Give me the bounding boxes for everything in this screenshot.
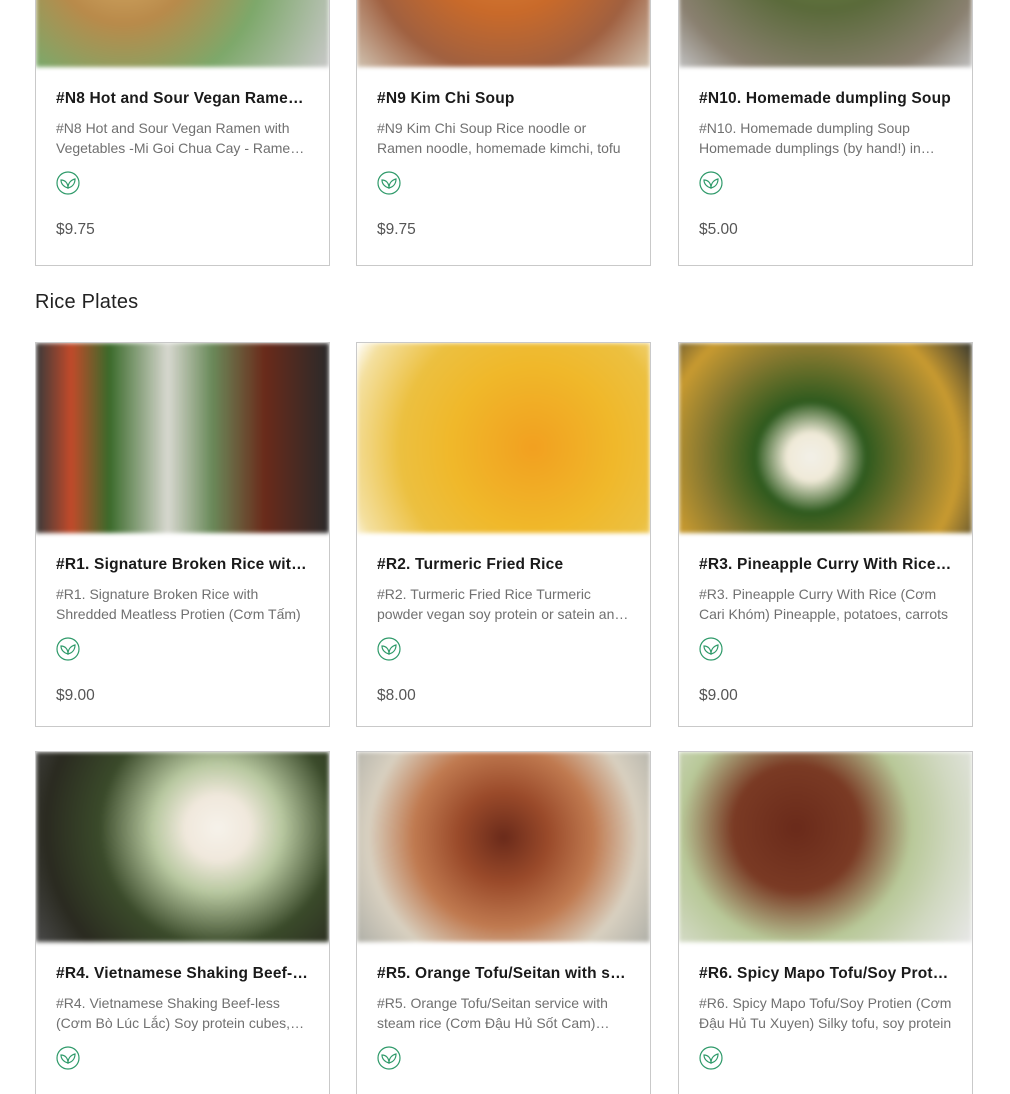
- dish-title: #N10. Homemade dumpling Soup: [699, 90, 951, 107]
- menu-card[interactable]: #N10. Homemade dumpling Soup #N10. Homem…: [678, 0, 973, 266]
- dish-photo: [679, 0, 972, 67]
- dish-photo: [357, 752, 650, 942]
- dish-photo: [36, 752, 329, 942]
- menu-card[interactable]: #R5. Orange Tofu/Seitan with steam rice …: [356, 751, 651, 1094]
- menu-card[interactable]: #R3. Pineapple Curry With Rice (Cơm Cari…: [678, 342, 973, 727]
- dish-price: $9.75: [377, 221, 416, 238]
- vegan-leaf-icon: [699, 1046, 723, 1070]
- dish-title: #R2. Turmeric Fried Rice: [377, 556, 564, 573]
- dish-description: #N9 Kim Chi Soup Rice noodle or Ramen no…: [377, 120, 621, 156]
- dish-photo: [36, 0, 329, 67]
- dish-price: $8.00: [377, 687, 416, 704]
- dish-price: $9.00: [56, 687, 95, 704]
- dish-photo: [679, 343, 972, 533]
- dish-title: #R5. Orange Tofu/Seitan with steam rice: [377, 965, 630, 982]
- vegan-leaf-icon: [377, 1046, 401, 1070]
- dish-price: $5.00: [699, 221, 738, 238]
- dish-price: $9.00: [699, 687, 738, 704]
- menu-card[interactable]: #N9 Kim Chi Soup #N9 Kim Chi Soup Rice n…: [356, 0, 651, 266]
- dish-photo: [357, 343, 650, 533]
- dish-title: #R3. Pineapple Curry With Rice (Cơm Cari…: [699, 556, 952, 573]
- menu-card[interactable]: #N8 Hot and Sour Vegan Ramen with Vegeta…: [35, 0, 330, 266]
- dish-description: #R6. Spicy Mapo Tofu/Soy Protien (Cơm Đậ…: [699, 995, 952, 1031]
- menu-card[interactable]: #R4. Vietnamese Shaking Beef-less (Cơm B…: [35, 751, 330, 1094]
- vegan-leaf-icon: [377, 171, 401, 195]
- dish-photo: [36, 343, 329, 533]
- dish-description: #R3. Pineapple Curry With Rice (Cơm Cari…: [699, 586, 949, 622]
- dish-description: #N10. Homemade dumpling Soup Homemade du…: [699, 120, 921, 156]
- dish-description: #N8 Hot and Sour Vegan Ramen with Vegeta…: [56, 120, 298, 156]
- dish-description: #R5. Orange Tofu/Seitan service with ste…: [377, 995, 608, 1031]
- vegan-leaf-icon: [699, 171, 723, 195]
- menu-card[interactable]: #R1. Signature Broken Rice with Shredded…: [35, 342, 330, 727]
- vegan-leaf-icon: [699, 637, 723, 661]
- dish-description: #R4. Vietnamese Shaking Beef-less (Cơm B…: [56, 995, 291, 1031]
- dish-photo: [679, 752, 972, 942]
- vegan-leaf-icon: [56, 1046, 80, 1070]
- dish-price: $9.75: [56, 221, 95, 238]
- section-title: Rice Plates: [35, 291, 139, 313]
- dish-title: #N8 Hot and Sour Vegan Ramen with Vegeta…: [56, 90, 309, 107]
- dish-title: #R6. Spicy Mapo Tofu/Soy Protien: [699, 965, 952, 982]
- dish-title: #R1. Signature Broken Rice with Shredded…: [56, 556, 309, 573]
- dish-description: #R1. Signature Broken Rice with Shredded…: [56, 586, 301, 622]
- menu-card[interactable]: #R2. Turmeric Fried Rice #R2. Turmeric F…: [356, 342, 651, 727]
- menu-card[interactable]: #R6. Spicy Mapo Tofu/Soy Protien #R6. Sp…: [678, 751, 973, 1094]
- dish-title: #R4. Vietnamese Shaking Beef-less (Cơm B…: [56, 965, 309, 982]
- vegan-leaf-icon: [56, 637, 80, 661]
- dish-photo: [357, 0, 650, 67]
- vegan-leaf-icon: [377, 637, 401, 661]
- dish-description: #R2. Turmeric Fried Rice Turmeric powder…: [377, 586, 623, 622]
- vegan-leaf-icon: [56, 171, 80, 195]
- dish-title: #N9 Kim Chi Soup: [377, 90, 515, 107]
